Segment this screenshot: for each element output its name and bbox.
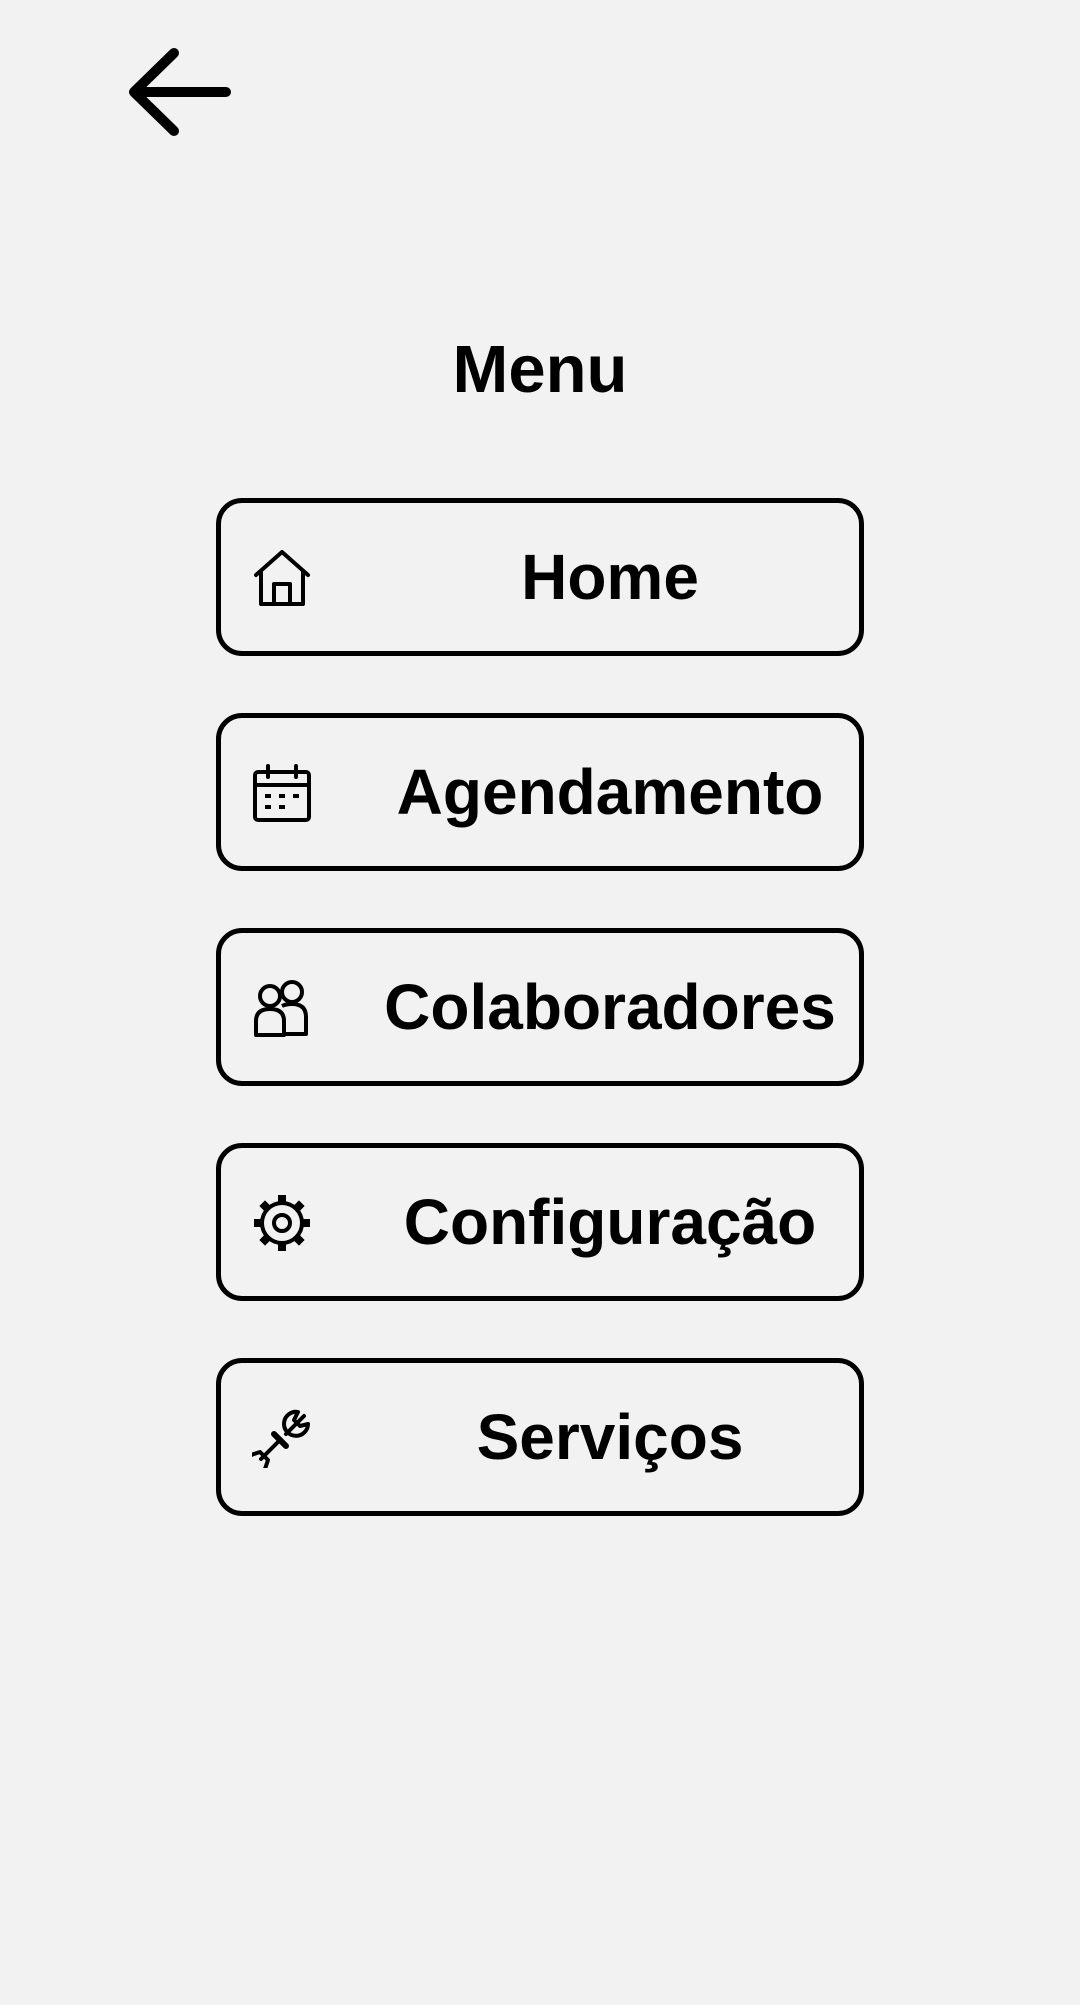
arrow-left-icon [129,48,231,136]
menu-item-label: Serviços [476,1401,744,1473]
menu-item-label: Colaboradores [384,971,836,1043]
menu-item-colaboradores[interactable]: Colaboradores [216,928,864,1086]
calendar-icon [252,763,312,823]
home-icon [252,548,312,608]
menu-item-configuracao[interactable]: Configuração [216,1143,864,1301]
menu-item-label: Home [521,541,699,613]
menu-item-label: Configuração [403,1186,817,1258]
menu-item-servicos[interactable]: Serviços [216,1358,864,1516]
menu-item-home[interactable]: Home [216,498,864,656]
menu-item-label: Agendamento [396,756,824,828]
back-button[interactable] [122,42,236,142]
wrench-icon [252,1408,312,1468]
menu-item-agendamento[interactable]: Agendamento [216,713,864,871]
users-icon [252,978,312,1038]
menu-list: Home Agendamento Colaboradores Configura… [216,498,864,1573]
gear-icon [252,1193,312,1253]
page-title: Menu [452,332,628,407]
